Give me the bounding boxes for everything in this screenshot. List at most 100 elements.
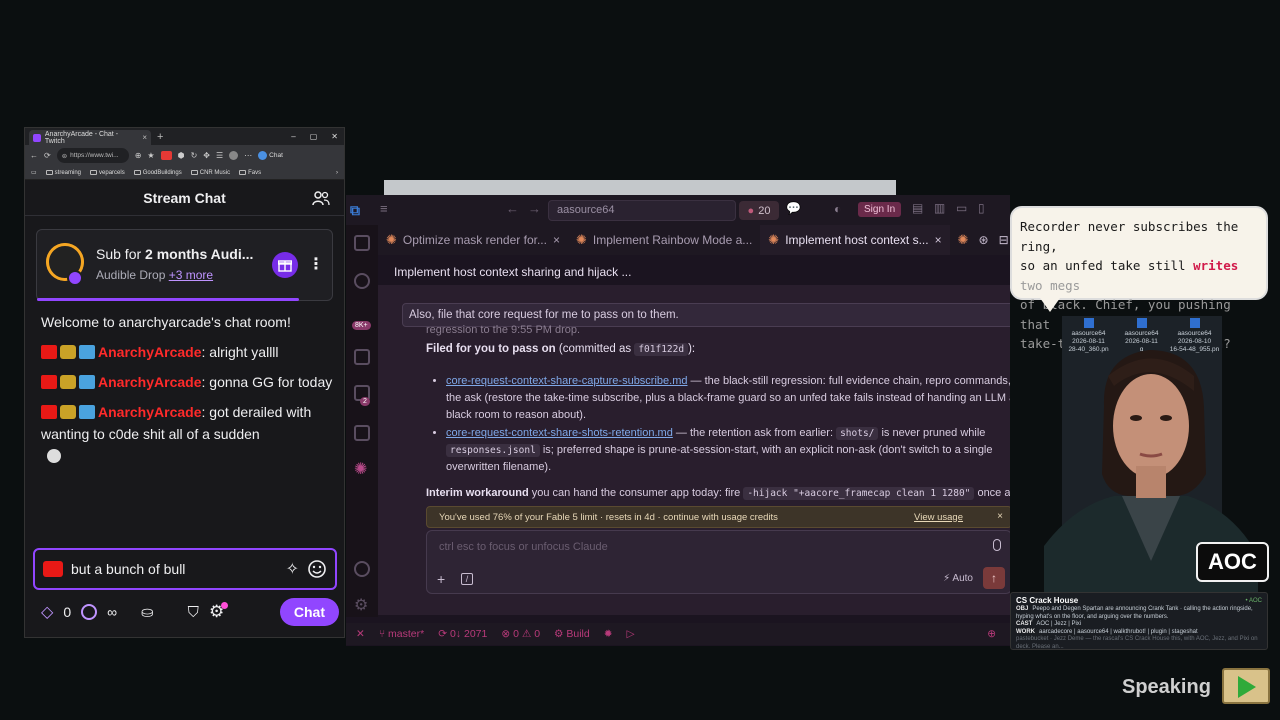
- back-icon[interactable]: ←: [30, 151, 38, 160]
- effects-icon[interactable]: ✧: [286, 559, 299, 579]
- bookmark-favs[interactable]: Favs: [239, 170, 261, 176]
- broadcaster-badge-icon[interactable]: [41, 345, 57, 359]
- tab-optimize-mask[interactable]: ✺ Optimize mask render for... ×: [378, 225, 568, 255]
- play-button[interactable]: [1222, 668, 1270, 704]
- new-tab-icon[interactable]: +: [157, 131, 163, 143]
- openai-icon[interactable]: ⊛: [979, 233, 989, 247]
- sync-status[interactable]: ⟳ 0↓ 2071: [438, 628, 487, 640]
- status-bar: ✕ ⑂ master* ⟳ 0↓ 2071 ⊗ 0 ⚠ 0 ⚙ Build ✹ …: [346, 623, 1010, 645]
- refresh-ext-icon[interactable]: ↻: [191, 151, 198, 160]
- minimize-icon[interactable]: –: [291, 132, 295, 141]
- zoom-icon[interactable]: ⊕: [987, 628, 996, 640]
- close-window-icon[interactable]: ✕: [331, 132, 338, 141]
- mode-selector[interactable]: ⚡ Auto: [943, 573, 973, 584]
- slash-command-icon[interactable]: /: [461, 573, 473, 585]
- bits-icon[interactable]: ◇: [41, 602, 53, 622]
- community-icon[interactable]: [312, 190, 330, 206]
- chat-send-button[interactable]: Chat: [279, 598, 339, 626]
- chat-settings-gear-icon[interactable]: ⚙: [209, 602, 229, 622]
- menu-icon[interactable]: ≡: [380, 201, 388, 216]
- puzzle-icon[interactable]: ✥: [203, 151, 210, 160]
- more-link[interactable]: +3 more: [169, 268, 213, 282]
- sign-in-button[interactable]: Sign In: [858, 202, 902, 217]
- split-icon[interactable]: ▯: [978, 201, 985, 215]
- bookmarks-icon[interactable]: ☰: [216, 151, 223, 160]
- remote-icon[interactable]: ✕: [356, 628, 365, 640]
- run-icon[interactable]: ▷: [627, 628, 635, 640]
- reload-icon[interactable]: ⟳: [44, 151, 51, 160]
- run-debug-icon[interactable]: [354, 349, 370, 365]
- claude-input[interactable]: ctrl esc to focus or unfocus Claude + / …: [426, 530, 1010, 594]
- prime-badge-icon[interactable]: [79, 345, 95, 359]
- prime-badge-icon[interactable]: [79, 375, 95, 389]
- channel-points-icon[interactable]: [81, 604, 98, 620]
- chevron-right-icon[interactable]: ›: [336, 170, 338, 176]
- settings-gear-icon[interactable]: ⚙: [354, 595, 368, 615]
- username[interactable]: AnarchyArcade: [98, 404, 202, 420]
- bookmark-streaming[interactable]: streaming: [45, 170, 81, 176]
- file-link[interactable]: core-request-context-share-capture-subsc…: [446, 375, 688, 387]
- back-arrow-icon[interactable]: ←: [506, 201, 519, 216]
- debug-icon[interactable]: ✹: [604, 628, 613, 640]
- broadcaster-badge-icon[interactable]: [41, 405, 57, 419]
- claude-icon[interactable]: ✺: [354, 459, 367, 479]
- gifter-badge-icon[interactable]: [60, 405, 76, 419]
- gifter-badge-icon[interactable]: [60, 345, 76, 359]
- add-attachment-icon[interactable]: +: [437, 571, 445, 587]
- emote-picker-icon[interactable]: [307, 559, 327, 579]
- broadcaster-badge-icon[interactable]: [41, 375, 57, 389]
- notification-count[interactable]: ● 20: [739, 201, 779, 220]
- bookmark-veparcels[interactable]: veparcels: [90, 170, 125, 176]
- bookmark-goodbuildings[interactable]: GoodBuildings: [133, 170, 182, 176]
- close-tab-icon[interactable]: ×: [142, 133, 147, 142]
- command-search[interactable]: aasource64: [548, 200, 736, 221]
- chat-input[interactable]: [71, 561, 278, 577]
- new-claude-tab-icon[interactable]: ✺: [958, 232, 969, 248]
- account-icon[interactable]: [354, 561, 370, 577]
- extension-adblock-icon[interactable]: [160, 151, 172, 160]
- send-button[interactable]: ↑: [983, 567, 1005, 589]
- star-icon[interactable]: ★: [147, 151, 154, 160]
- profile-avatar[interactable]: [229, 151, 239, 160]
- zoom-icon[interactable]: ⊕: [135, 151, 142, 160]
- bookmark-cnr-music[interactable]: CNR Music: [190, 170, 230, 176]
- prime-badge-icon[interactable]: [79, 405, 95, 419]
- chat-icon[interactable]: 💬: [786, 201, 801, 215]
- file-link[interactable]: core-request-context-share-shots-retenti…: [446, 427, 673, 439]
- problems-status[interactable]: ⊗ 0 ⚠ 0: [501, 628, 540, 640]
- apps-icon[interactable]: ▭: [31, 169, 37, 176]
- view-usage-link[interactable]: View usage: [914, 512, 963, 523]
- split-editor-icon[interactable]: ⊟: [999, 233, 1009, 247]
- username[interactable]: AnarchyArcade: [98, 374, 202, 390]
- address-bar[interactable]: ⊜ https://www.twi...: [56, 148, 129, 163]
- username[interactable]: AnarchyArcade: [98, 344, 202, 360]
- build-status[interactable]: ⚙ Build: [554, 628, 590, 640]
- more-icon[interactable]: ⋯: [244, 151, 252, 160]
- shield-icon[interactable]: ⛉: [188, 604, 199, 621]
- prediction-icon[interactable]: ⛀: [141, 603, 154, 621]
- more-options-icon[interactable]: ⋮: [308, 254, 324, 274]
- close-icon[interactable]: ×: [553, 233, 560, 247]
- sidebar-toggle-icon[interactable]: ▥: [934, 201, 945, 215]
- tab-rainbow-mode[interactable]: ✺ Implement Rainbow Mode a...: [568, 225, 760, 255]
- testing-icon[interactable]: [354, 425, 370, 441]
- close-icon[interactable]: ×: [935, 233, 942, 247]
- maximize-icon[interactable]: ▢: [310, 132, 318, 141]
- forward-arrow-icon[interactable]: →: [528, 201, 541, 216]
- bookmarks-bar: ▭ streaming veparcels GoodBuildings CNR …: [25, 166, 344, 180]
- gifter-badge-icon[interactable]: [60, 375, 76, 389]
- browser-tab[interactable]: AnarchyArcade - Chat - Twitch ×: [29, 130, 151, 145]
- copilot-icon[interactable]: ◐: [834, 202, 841, 216]
- tab-host-context[interactable]: ✺ Implement host context s... ×: [760, 225, 950, 255]
- explorer-icon[interactable]: [354, 235, 370, 251]
- close-icon[interactable]: ×: [997, 511, 1003, 522]
- emote-icon[interactable]: [47, 449, 61, 463]
- branch-status[interactable]: ⑂ master*: [379, 628, 424, 640]
- search-icon[interactable]: [354, 273, 370, 289]
- layout-icon[interactable]: ▤: [912, 201, 923, 215]
- extension-icon[interactable]: ⬢: [178, 151, 185, 160]
- panel-toggle-icon[interactable]: ▭: [956, 201, 967, 215]
- mic-icon[interactable]: [993, 539, 1001, 551]
- gift-button[interactable]: [272, 252, 298, 278]
- chat-extension[interactable]: Chat: [258, 151, 283, 160]
